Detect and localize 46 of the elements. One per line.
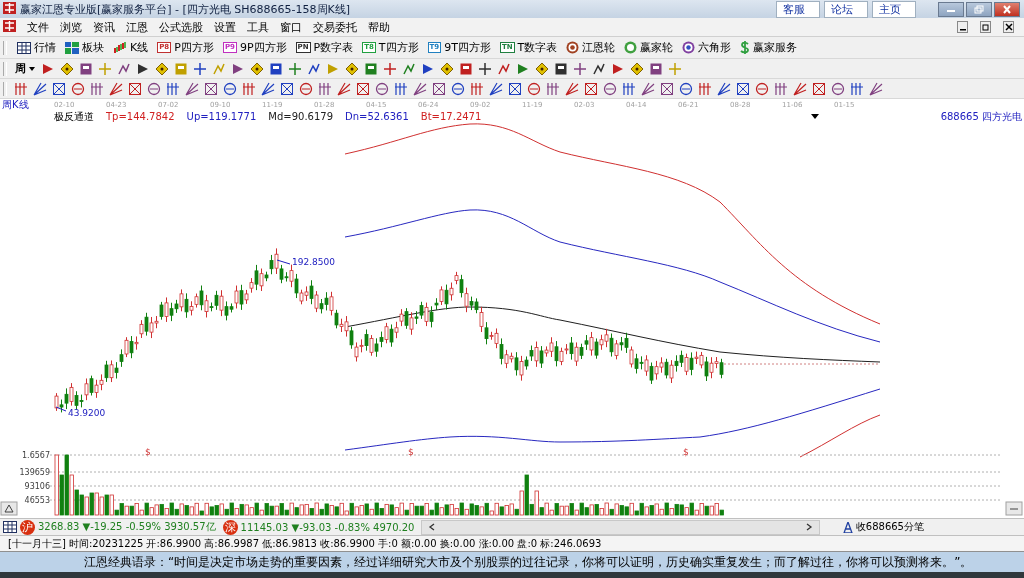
header-link[interactable]: 主页	[872, 0, 916, 18]
indicator-value: Tp=144.7842	[106, 111, 175, 122]
indicator-value: Dn=52.6361	[345, 111, 409, 122]
toolbar-button[interactable]: 行情	[15, 40, 58, 55]
indicator-value: Md=90.6179	[268, 111, 334, 122]
volume-axis-label: 1.6567	[22, 451, 50, 460]
menu-item[interactable]: 文件	[27, 19, 49, 35]
dollar-marker: $	[145, 447, 151, 457]
menu-item[interactable]: 交易委托	[313, 19, 357, 35]
volume-axis-label: 93106	[24, 482, 50, 491]
menu-item[interactable]: 帮助	[368, 19, 390, 35]
index-quote: 3268.83 ▼-19.25 -0.59% 3930.57亿	[38, 520, 216, 534]
period-dropdown[interactable]: 周	[13, 61, 37, 76]
menu-item[interactable]: 江恩	[126, 19, 148, 35]
toolbar-button[interactable]: K线	[111, 40, 151, 55]
index-quote: 11145.03 ▼-93.03 -0.83% 4970.20	[240, 521, 415, 533]
header-link[interactable]: 论坛	[824, 0, 868, 18]
quote-info-text: [十一月十三] 时间:20231225 开:86.9900 高:86.9987 低:86.9813 收:86.9900 手:0 额:0.00 换:0.00 涨:0.00 盘:0 标:246.0693	[8, 536, 602, 551]
exchange-badge: 深	[222, 519, 238, 535]
indicator-value: Up=119.1771	[186, 111, 257, 122]
stock-name: 688665 四方光电	[940, 109, 1022, 124]
toolbar-button[interactable]: 六角形	[680, 40, 734, 55]
ticks-button[interactable]: 收688665分笔	[842, 520, 924, 534]
header-link[interactable]: 客服	[776, 0, 820, 18]
high-price-label: 192.8500	[292, 257, 335, 267]
volume-axis-label: 139659	[19, 468, 50, 477]
menu-item[interactable]: 窗口	[280, 19, 302, 35]
menu-item[interactable]: 设置	[214, 19, 236, 35]
toolbar-button[interactable]: 板块	[63, 40, 106, 55]
gann-quote-text: 江恩经典语录：“时间是决定市场走势的重要因素，经过详细研究大市及个别股票的过往记录，你将可以证明，历史确实重复发生；而了解过往，你将可以预测将来。”。	[84, 553, 973, 571]
dollar-marker: $	[408, 447, 414, 457]
chart-type-label: 周K线	[2, 97, 30, 112]
window-title: 赢家江恩专业版[赢家服务平台] - [四方光电 SH688665-158周K线]	[20, 1, 351, 17]
indicator-name: 极反通道	[54, 109, 94, 124]
menu-item[interactable]: 浏览	[60, 19, 82, 35]
toolbar-button[interactable]: 江恩轮	[564, 40, 618, 55]
menu-item[interactable]: 公式选股	[159, 19, 203, 35]
exchange-badge: 沪	[20, 519, 35, 535]
menu-item[interactable]: 工具	[247, 19, 269, 35]
toolbar-button[interactable]: 赢家服务	[738, 40, 800, 55]
dollar-marker: $	[683, 447, 689, 457]
menu-item[interactable]: 资讯	[93, 19, 115, 35]
volume-axis-label: 46553	[24, 496, 50, 505]
indicator-value: Bt=17.2471	[420, 111, 482, 122]
toolbar-button[interactable]: 赢家轮	[622, 40, 676, 55]
low-price-label: 43.9200	[68, 408, 106, 418]
